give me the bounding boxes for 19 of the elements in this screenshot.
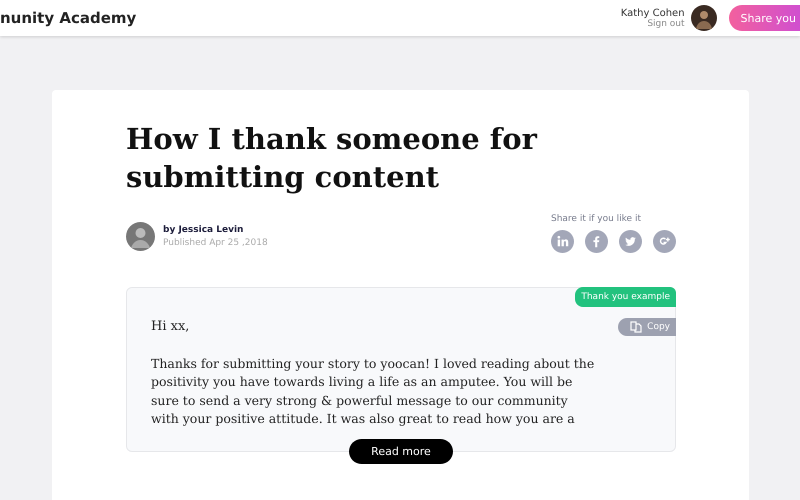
- facebook-icon[interactable]: [585, 230, 608, 253]
- share-label: Share it if you like it: [551, 214, 642, 224]
- user-avatar[interactable]: [690, 5, 717, 31]
- greeting-text: Hi xx,: [151, 318, 190, 336]
- message-text: Thanks for submitting your story to yoocan! I loved reading about the positivity you have towards living a life as an amputee. You will be sure to send a very strong & powerful message to our community with your positive attitude. It was also great to read how you are a: [151, 354, 596, 428]
- article-title: How I thank someone for submitting content: [126, 121, 538, 196]
- author-name[interactable]: by Jessica Levin: [163, 225, 268, 235]
- sign-out-link[interactable]: Sign out: [647, 18, 685, 28]
- publish-date: Published Apr 25 ,2018: [163, 238, 268, 248]
- user-name: Kathy Cohen: [620, 8, 685, 18]
- twitter-icon[interactable]: [619, 230, 642, 253]
- read-more-button[interactable]: Read more: [349, 439, 453, 464]
- author-avatar: [126, 222, 155, 251]
- copy-icon: [630, 321, 642, 333]
- share-story-button[interactable]: Share you: [728, 5, 800, 31]
- site-logo[interactable]: nunity Academy: [0, 9, 136, 27]
- linkedin-icon[interactable]: [551, 230, 574, 253]
- example-tag: Thank you example: [575, 287, 676, 307]
- google-icon[interactable]: [653, 230, 676, 253]
